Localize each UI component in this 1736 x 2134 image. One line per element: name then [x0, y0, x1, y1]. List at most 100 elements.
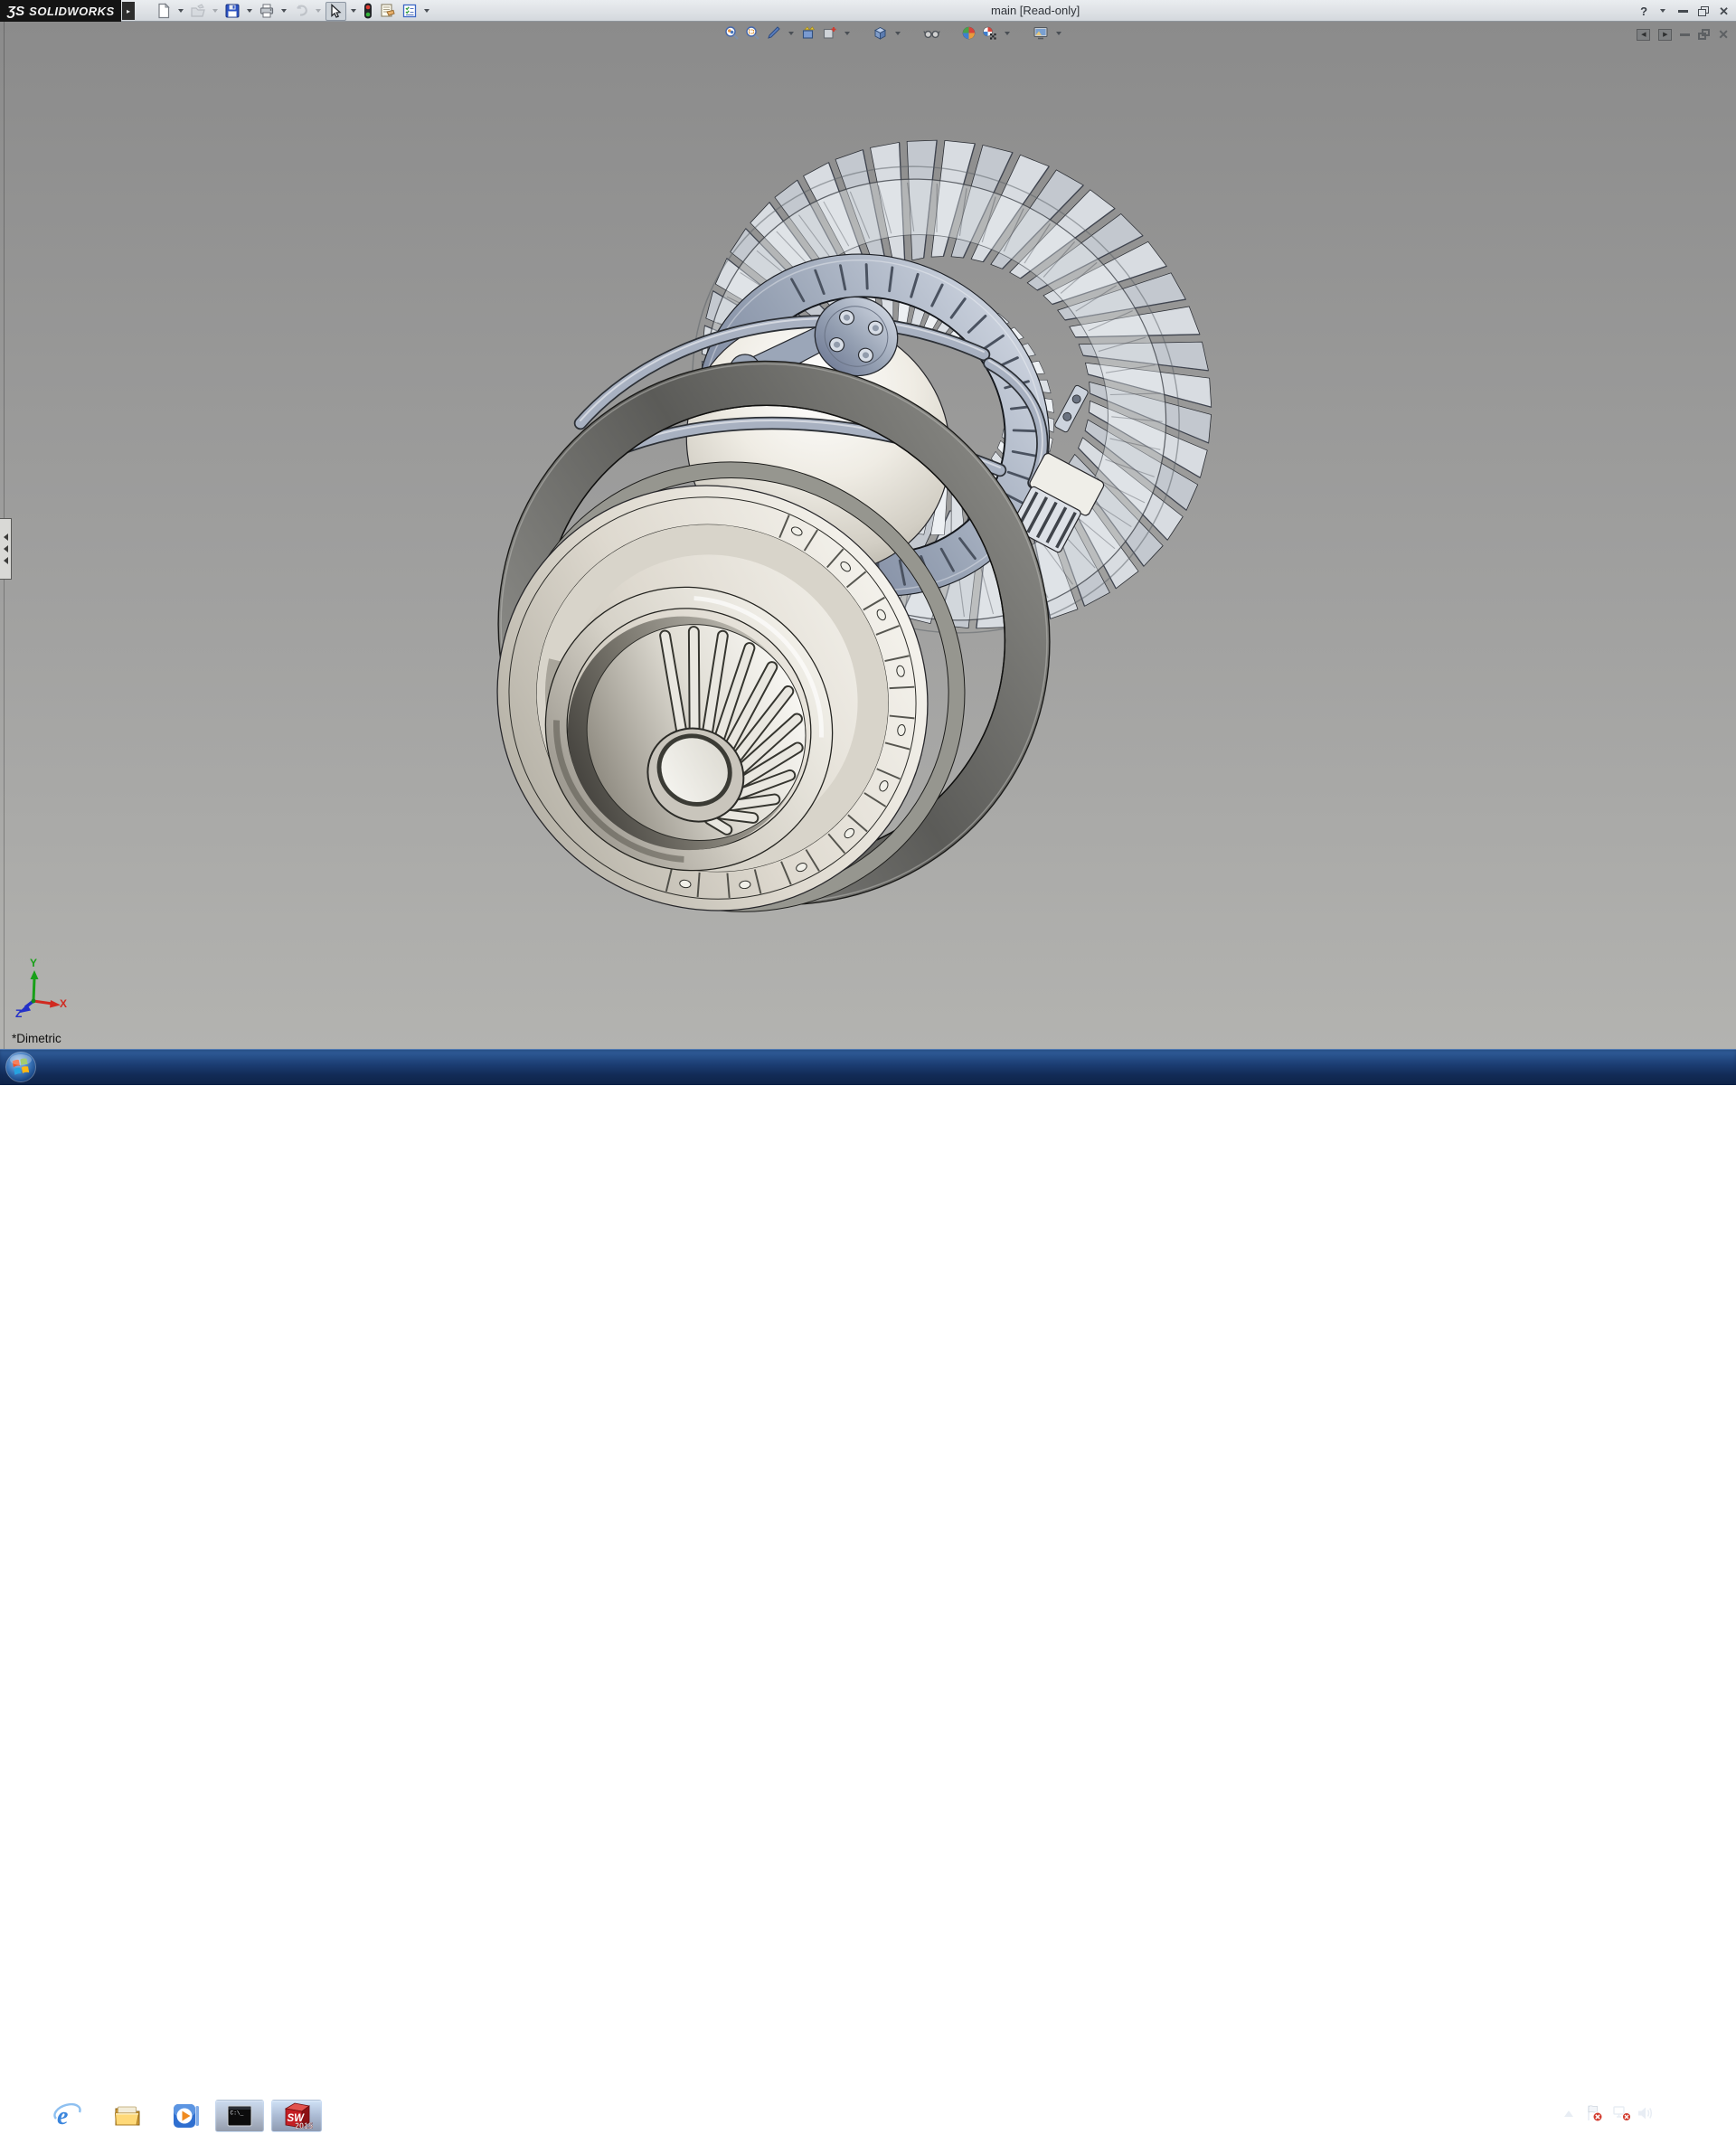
print-icon [259, 4, 274, 18]
tray-network[interactable] [1613, 2105, 1632, 2121]
title-bar: ƷS SOLIDWORKS ▸ main [Read-only] ? ✕ [0, 0, 1736, 22]
solidworks-logo-text: SOLIDWORKS [29, 4, 115, 18]
taskbar-item-file-explorer[interactable] [112, 2101, 143, 2130]
tray-volume[interactable] [1637, 2105, 1654, 2121]
open-dropdown-caret[interactable] [212, 9, 218, 13]
standard-toolbar [154, 0, 432, 22]
close-button[interactable]: ✕ [1719, 5, 1729, 17]
media-player-icon [174, 2104, 199, 2128]
undo-arrow-icon [297, 5, 307, 16]
taskbar-item-internet-explorer[interactable]: e [52, 2101, 83, 2130]
zoom-to-fit-icon [725, 26, 739, 40]
action-center-flag-icon [1588, 2105, 1603, 2122]
start-button[interactable] [4, 1050, 38, 1084]
solidworks-2015-icon: SW 2015 [284, 2102, 313, 2130]
help-button[interactable]: ? [1640, 5, 1647, 18]
file-properties-icon [381, 4, 395, 17]
rebuild-stoplight-icon [364, 3, 372, 19]
tray-hidden-icons-button[interactable] [1562, 2109, 1575, 2120]
hide-show-items-glasses-icon [923, 30, 940, 39]
section-view-button[interactable] [800, 24, 817, 42]
view-orientation-label: *Dimetric [12, 1032, 61, 1045]
network-icon [1613, 2106, 1631, 2121]
view-settings-icon [1033, 26, 1048, 40]
undo-dropdown-caret[interactable] [316, 9, 321, 13]
undo-button[interactable] [291, 2, 311, 20]
save-button[interactable] [222, 2, 242, 20]
taskbar-item-solidworks[interactable]: SW 2015 [271, 2100, 322, 2132]
options-button[interactable] [400, 2, 420, 20]
volume-speaker-icon [1638, 2107, 1653, 2120]
view-settings-button[interactable] [1032, 24, 1050, 42]
zoom-to-area-button[interactable] [744, 24, 761, 42]
triad-z-label: Z [15, 1007, 23, 1020]
open-button[interactable] [188, 2, 208, 20]
graphics-viewport[interactable]: ◀ ▶ ✕ Y X Z *Dimetric [0, 22, 1736, 1049]
collapse-arrow-icon [3, 534, 8, 541]
solidworks-logo: ƷS SOLIDWORKS [0, 0, 121, 22]
new-dropdown-caret[interactable] [178, 9, 184, 13]
document-window-controls: ◀ ▶ ✕ [1637, 28, 1729, 41]
file-properties-button[interactable] [377, 2, 398, 20]
menu-expand-arrow-icon[interactable]: ▸ [122, 2, 135, 20]
edit-appearance-button[interactable] [960, 24, 977, 42]
save-floppy-icon [225, 4, 240, 18]
apply-scene-caret[interactable] [1005, 31, 1010, 35]
taskbar-clock[interactable]: 2:41 PM 6/26/2015 [1656, 2100, 1722, 2132]
zoom-to-fit-button[interactable] [723, 24, 741, 42]
apply-scene-button[interactable] [981, 24, 998, 42]
folder-icon [114, 2106, 140, 2126]
select-cursor-icon [331, 3, 342, 18]
pane-left-button[interactable]: ◀ [1637, 28, 1651, 41]
options-dropdown-caret[interactable] [424, 9, 429, 13]
hide-show-items-button[interactable] [922, 24, 941, 42]
solidworks-logo-icon: ƷS [7, 3, 25, 19]
featuremanager-collapse-tab[interactable] [0, 518, 12, 580]
svg-text:C:\_: C:\_ [231, 2110, 244, 2117]
taskbar-item-command-prompt[interactable]: C:\_ [215, 2100, 264, 2132]
hidden-icons-arrow-icon [1564, 2110, 1573, 2117]
select-dropdown-caret[interactable] [351, 9, 356, 13]
new-document-icon [158, 3, 170, 19]
section-view-icon [802, 26, 816, 39]
collapse-arrow-icon [3, 557, 8, 564]
help-dropdown-caret[interactable] [1660, 9, 1666, 13]
engine-model[interactable] [0, 22, 1736, 1049]
dynamic-annotation-caret[interactable] [844, 31, 850, 35]
headsup-view-toolbar [723, 24, 1064, 42]
view-orientation-cube-icon [874, 26, 886, 40]
document-title: main [Read-only] [991, 4, 1080, 17]
tray-action-center[interactable] [1586, 2104, 1603, 2122]
internet-explorer-icon: e [53, 2102, 81, 2130]
previous-view-button[interactable] [765, 24, 782, 42]
restore-button[interactable] [1698, 5, 1710, 16]
clock-date: 6/26/2015 [1665, 2117, 1712, 2129]
previous-view-caret[interactable] [788, 31, 794, 35]
taskbar-item-media-player[interactable] [172, 2102, 201, 2129]
dynamic-annotation-views-button[interactable] [821, 24, 838, 42]
triad-x-label: X [60, 997, 68, 1010]
view-orientation-button[interactable] [872, 24, 889, 42]
doc-minimize-button[interactable] [1680, 33, 1691, 36]
doc-restore-button[interactable] [1698, 29, 1711, 40]
show-desktop-button[interactable] [1725, 2098, 1736, 2134]
rebuild-button[interactable] [361, 2, 375, 20]
zoom-to-area-icon [746, 26, 760, 40]
doc-close-button[interactable]: ✕ [1718, 28, 1729, 41]
clock-time: 2:41 PM [1668, 2102, 1710, 2116]
select-button[interactable] [326, 1, 346, 21]
triad-y-label: Y [30, 957, 38, 969]
save-dropdown-caret[interactable] [247, 9, 252, 13]
print-button[interactable] [257, 2, 277, 20]
view-orientation-caret[interactable] [895, 31, 901, 35]
view-settings-caret[interactable] [1056, 31, 1061, 35]
solidworks-window: ƷS SOLIDWORKS ▸ main [Read-only] ? ✕ ◀ ▶… [0, 0, 1736, 2134]
windows-start-orb-icon [5, 1052, 36, 1082]
pane-right-button[interactable]: ▶ [1658, 28, 1673, 41]
new-button[interactable] [154, 2, 174, 20]
minimize-button[interactable] [1678, 9, 1689, 13]
apply-scene-icon [983, 26, 996, 40]
previous-view-icon [768, 26, 780, 39]
print-dropdown-caret[interactable] [281, 9, 287, 13]
collapse-arrow-icon [3, 545, 8, 552]
